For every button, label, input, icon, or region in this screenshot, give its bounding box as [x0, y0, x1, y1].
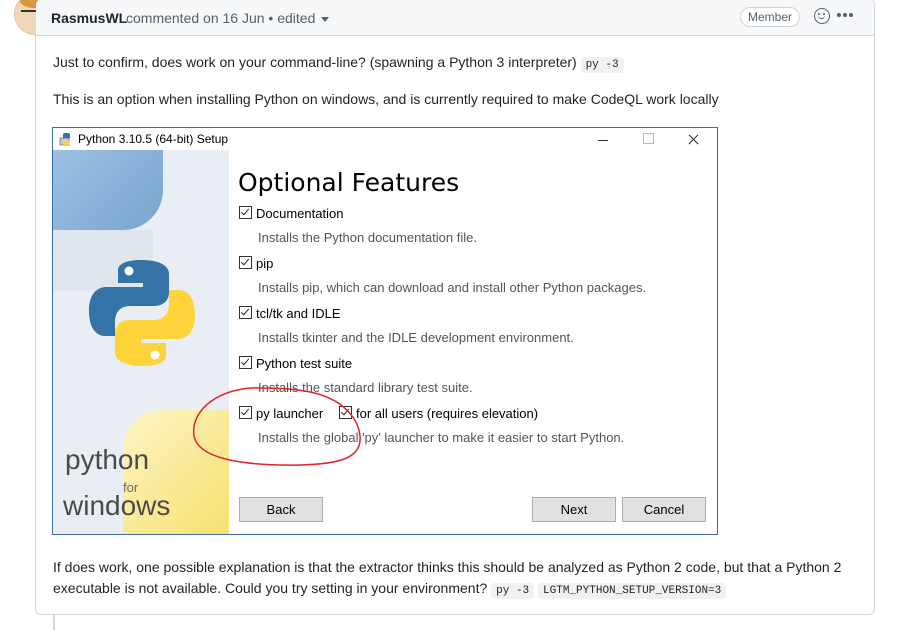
- cancel-button[interactable]: Cancel: [622, 497, 706, 522]
- option-description: Installs the Python documentation file.: [258, 230, 477, 245]
- option-description: Installs the global 'py' launcher to mak…: [258, 430, 625, 445]
- comment-header: RasmusWL commented on 16 Jun • edited Me…: [36, 0, 874, 36]
- maximize-icon[interactable]: [626, 128, 671, 150]
- option-label: Documentation: [256, 206, 344, 221]
- comment-meta[interactable]: commented on 16 Jun • edited: [126, 10, 330, 26]
- installer-content: Optional Features Documentation Installs…: [229, 150, 717, 534]
- option-description: Installs tkinter and the IDLE developmen…: [258, 330, 574, 345]
- option-description: Installs pip, which can download and ins…: [258, 280, 647, 295]
- inline-code-py3: py -3: [580, 57, 624, 73]
- option-all-users[interactable]: for all users (requires elevation): [339, 406, 538, 421]
- python-logo-icon: [89, 260, 195, 366]
- comment-box: RasmusWL commented on 16 Jun • edited Me…: [14, 0, 875, 615]
- checkbox-checked-icon[interactable]: [239, 356, 252, 369]
- decor-blue-shape: [53, 150, 163, 230]
- option-label: for all users (requires elevation): [356, 406, 539, 421]
- brand-windows-text: windows: [63, 490, 171, 521]
- paragraph-4-text: executable is not available. Could you t…: [53, 580, 488, 596]
- option-label: py launcher: [256, 406, 324, 421]
- comment-paragraph-2: This is an option when installing Python…: [53, 91, 719, 107]
- inline-code-py3: py -3: [491, 583, 535, 599]
- close-icon[interactable]: [671, 128, 716, 150]
- option-tcltk-idle[interactable]: tcl/tk and IDLE: [239, 306, 341, 321]
- minimize-icon[interactable]: [581, 128, 626, 150]
- kebab-menu-icon[interactable]: [837, 13, 841, 17]
- comment-paragraph-3: If does work, one possible explanation i…: [53, 559, 842, 575]
- option-py-launcher[interactable]: py launcher: [239, 406, 323, 421]
- option-label: Python test suite: [256, 356, 353, 371]
- smiley-icon[interactable]: [814, 8, 830, 24]
- option-pip[interactable]: pip: [239, 256, 273, 271]
- installer-sidebar: python for windows: [53, 150, 229, 534]
- comment-meta-text: commented on 16 Jun • edited: [126, 10, 316, 26]
- next-button[interactable]: Next: [532, 497, 616, 522]
- paragraph-1-text: Just to confirm, does work on your comma…: [53, 54, 577, 70]
- checkbox-checked-icon[interactable]: [239, 256, 252, 269]
- installer-title: Python 3.10.5 (64-bit) Setup: [78, 132, 229, 146]
- python-setup-icon: [59, 133, 71, 146]
- chevron-down-icon[interactable]: [321, 16, 330, 22]
- brand-python-text: python: [65, 444, 150, 475]
- checkbox-checked-icon[interactable]: [239, 206, 252, 219]
- option-documentation[interactable]: Documentation: [239, 206, 343, 221]
- comment-paragraph-1: Just to confirm, does work on your comma…: [53, 52, 624, 76]
- inline-code-env-var: LGTM_PYTHON_SETUP_VERSION=3: [538, 583, 727, 599]
- installer-screenshot: Python 3.10.5 (64-bit) Setup python for …: [52, 127, 718, 535]
- page-title: Optional Features: [238, 168, 460, 197]
- option-label: tcl/tk and IDLE: [256, 306, 341, 321]
- installer-titlebar: Python 3.10.5 (64-bit) Setup: [53, 128, 717, 150]
- checkbox-checked-icon[interactable]: [339, 406, 352, 419]
- option-description: Installs the standard library test suite…: [258, 380, 473, 395]
- checkbox-checked-icon[interactable]: [239, 406, 252, 419]
- author-link[interactable]: RasmusWL: [51, 10, 127, 26]
- checkbox-checked-icon[interactable]: [239, 306, 252, 319]
- comment-paragraph-4: executable is not available. Could you t…: [53, 578, 727, 602]
- back-button[interactable]: Back: [239, 497, 323, 522]
- member-badge: Member: [740, 7, 801, 27]
- option-label: pip: [256, 256, 274, 271]
- option-test-suite[interactable]: Python test suite: [239, 356, 352, 371]
